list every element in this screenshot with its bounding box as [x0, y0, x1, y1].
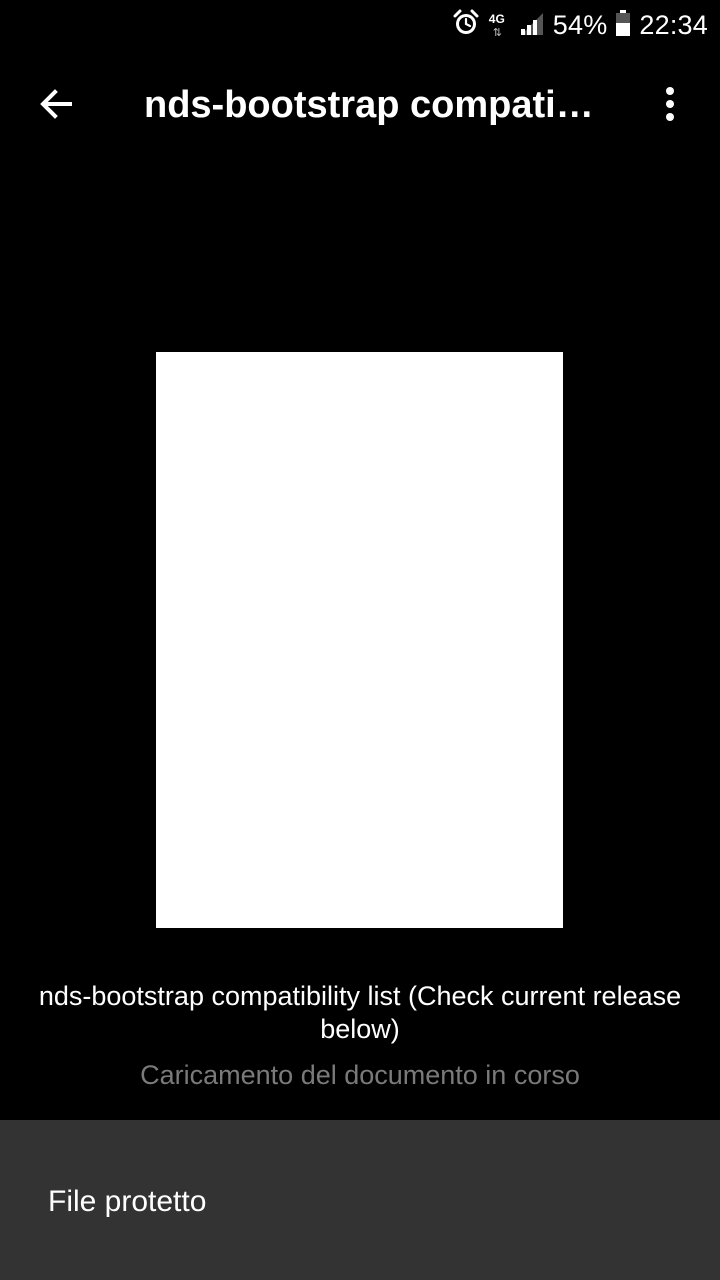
alarm-clock-icon — [451, 8, 481, 43]
battery-percent: 54% — [552, 9, 608, 40]
app-bar: nds-bootstrap compatib... — [0, 50, 720, 160]
network-activity-icon: ⇅ — [492, 27, 502, 39]
more-vertical-icon — [664, 86, 676, 127]
network-4g-icon: 4G ⇅ — [489, 10, 511, 40]
protected-file-label: File protetto — [48, 1185, 207, 1218]
network-type-label: 4G — [488, 12, 505, 26]
status-bar-right: 4G ⇅ 54% 22:34 — [451, 0, 708, 50]
document-preview — [156, 352, 563, 928]
arrow-back-icon — [38, 86, 74, 127]
more-options-button[interactable] — [640, 70, 700, 142]
back-button[interactable] — [20, 70, 92, 142]
loading-status: Caricamento del documento in corso — [140, 1060, 580, 1090]
page-title: nds-bootstrap compatib... — [144, 84, 610, 126]
battery-icon — [615, 9, 631, 42]
bottom-panel: File protetto — [0, 1120, 720, 1280]
clock-time: 22:34 — [639, 9, 708, 40]
status-bar: 4G ⇅ 54% 22:34 — [0, 0, 720, 50]
document-name: nds-bootstrap compatibility list (Check … — [38, 981, 682, 1044]
signal-strength-icon — [519, 9, 545, 42]
